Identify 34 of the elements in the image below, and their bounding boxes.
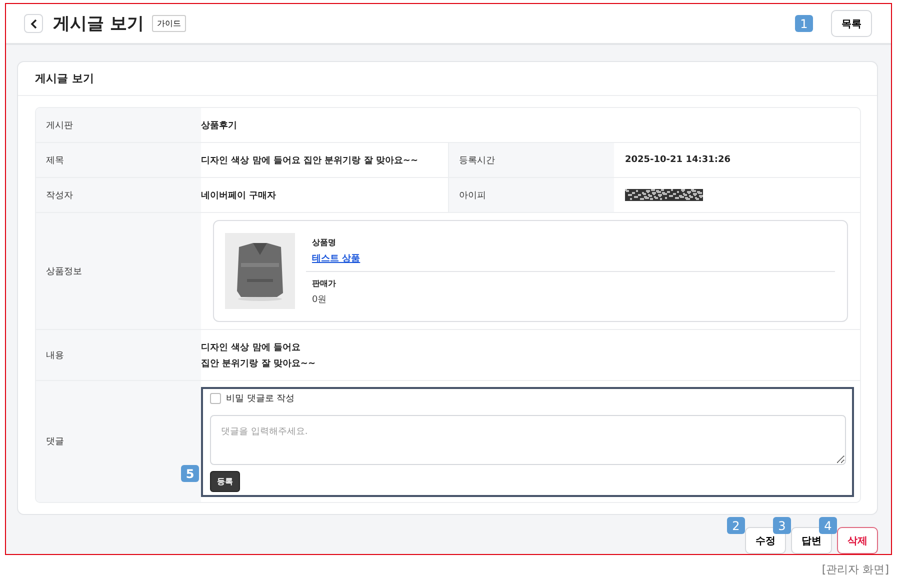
row-label: 상품정보: [36, 213, 201, 329]
delete-button[interactable]: 삭제: [837, 527, 878, 554]
product-name-label: 상품명: [312, 236, 337, 248]
annotation-marker: 4: [819, 517, 837, 534]
annotation-marker: 1: [795, 15, 813, 32]
comment-field[interactable]: 댓글을 입력해주세요.: [210, 415, 846, 465]
annotation-marker: 3: [773, 517, 791, 534]
back-icon: [30, 18, 38, 28]
row-label: 게시판: [36, 108, 201, 142]
table-cell-text: 네이버페이 구매자: [201, 190, 278, 202]
table-cell-text: 상품후기: [201, 120, 238, 132]
price-value: 0원: [312, 294, 328, 306]
product-link[interactable]: 테스트 상품: [312, 252, 835, 264]
price-label: 판매가: [312, 278, 337, 288]
annotation-marker: 5: [181, 465, 199, 482]
annotation-marker: 2: [727, 517, 745, 534]
secret-checkbox[interactable]: [210, 393, 221, 404]
submit-button[interactable]: 등록: [210, 471, 240, 492]
row-label: 등록시간: [448, 143, 614, 177]
checkbox-label: 비밀 댓글로 작성: [226, 393, 295, 405]
table-cell-text: 디자인 색상 맘에 들어요 집안 분위기랑 잘 맞아요~~: [201, 154, 420, 168]
back-button[interactable]: [24, 14, 43, 33]
table-cell-text: 2025-10-21 14:31:26: [624, 154, 732, 167]
row-label: 작성자: [36, 178, 201, 212]
row-label: 내용: [36, 330, 201, 380]
content-text: 디자인 색상 맘에 들어요: [201, 342, 300, 354]
guide-button[interactable]: 가이드: [152, 15, 186, 32]
content-text: 집안 분위기랑 잘 맞아요~~: [201, 358, 316, 370]
row-label: 아이피: [448, 178, 614, 212]
caption: [관리자 화면]: [822, 563, 889, 576]
list-button[interactable]: 목록: [831, 10, 872, 37]
row-label: 제목: [36, 143, 201, 177]
card-title: 게시글 보기: [35, 71, 94, 86]
page-title: 게시글 보기: [53, 13, 144, 35]
